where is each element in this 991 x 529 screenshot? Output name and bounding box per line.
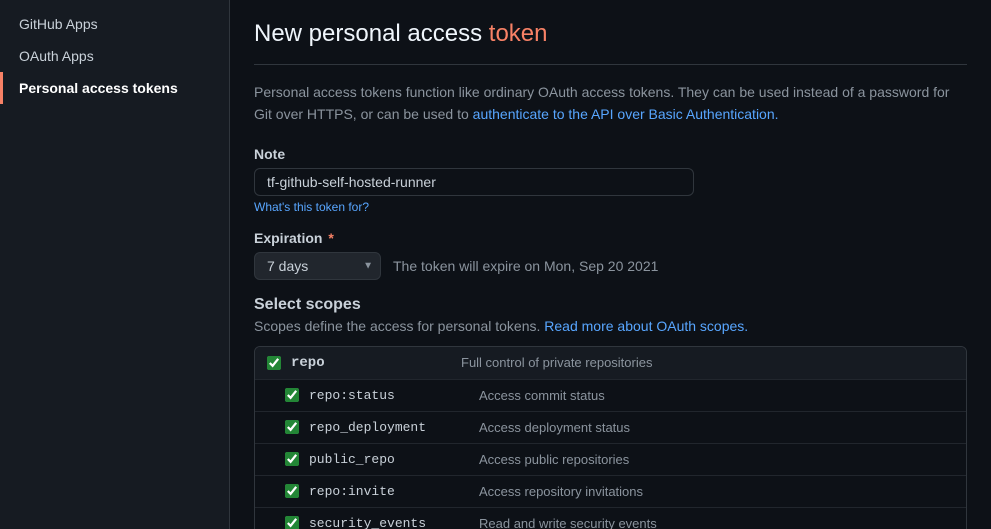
scope-desc-repo-status: Access commit status (479, 388, 605, 403)
scope-desc-public-repo: Access public repositories (479, 452, 629, 467)
scope-checkbox-repo[interactable] (267, 356, 281, 370)
expiration-select[interactable]: 7 days 30 days 60 days 90 days Custom No… (254, 252, 381, 280)
sidebar: GitHub Apps OAuth Apps Personal access t… (0, 0, 230, 529)
scope-checkbox-security-events[interactable] (285, 516, 299, 529)
scope-checkbox-repo-deployment[interactable] (285, 420, 299, 434)
scope-row-public-repo: public_repo Access public repositories (255, 444, 966, 476)
note-input[interactable] (254, 168, 694, 196)
expiration-label: Expiration * (254, 230, 967, 246)
sidebar-item-label: OAuth Apps (19, 48, 94, 64)
page-title: New personal access token (254, 20, 967, 65)
scope-desc-security-events: Read and write security events (479, 516, 657, 529)
main-content: New personal access token Personal acces… (230, 0, 991, 529)
scope-desc-repo-invite: Access repository invitations (479, 484, 643, 499)
scopes-link[interactable]: Read more about OAuth scopes. (544, 318, 748, 334)
sidebar-item-github-apps[interactable]: GitHub Apps (0, 8, 229, 40)
scope-name-repo-status: repo:status (309, 388, 469, 403)
scope-name-public-repo: public_repo (309, 452, 469, 467)
scope-row-repo-invite: repo:invite Access repository invitation… (255, 476, 966, 508)
scope-name-security-events: security_events (309, 516, 469, 529)
scope-checkbox-repo-invite[interactable] (285, 484, 299, 498)
required-indicator: * (328, 230, 333, 246)
scope-name-repo-deployment: repo_deployment (309, 420, 469, 435)
scope-checkbox-public-repo[interactable] (285, 452, 299, 466)
scope-desc-repo-deployment: Access deployment status (479, 420, 630, 435)
scope-name-repo-invite: repo:invite (309, 484, 469, 499)
note-label: Note (254, 146, 967, 162)
sidebar-item-label: GitHub Apps (19, 16, 98, 32)
sidebar-item-personal-access-tokens[interactable]: Personal access tokens (0, 72, 229, 104)
scope-desc-repo: Full control of private repositories (461, 355, 652, 370)
scope-checkbox-repo-status[interactable] (285, 388, 299, 402)
scope-row-repo-status: repo:status Access commit status (255, 380, 966, 412)
note-group: Note What's this token for? (254, 146, 967, 214)
sidebar-item-oauth-apps[interactable]: OAuth Apps (0, 40, 229, 72)
sidebar-item-label: Personal access tokens (19, 80, 178, 96)
note-hint: What's this token for? (254, 200, 967, 214)
description-link[interactable]: authenticate to the API over Basic Authe… (473, 106, 779, 122)
scope-name-repo: repo (291, 355, 451, 371)
scope-row-repo-deployment: repo_deployment Access deployment status (255, 412, 966, 444)
page-title-highlight: token (489, 20, 548, 47)
scope-row-repo: repo Full control of private repositorie… (255, 347, 966, 380)
scopes-box: repo Full control of private repositorie… (254, 346, 967, 529)
description: Personal access tokens function like ord… (254, 81, 967, 126)
scopes-group: Select scopes Scopes define the access f… (254, 296, 967, 529)
scopes-title: Select scopes (254, 296, 967, 314)
scope-row-security-events: security_events Read and write security … (255, 508, 966, 529)
expiration-select-wrapper: 7 days 30 days 60 days 90 days Custom No… (254, 252, 381, 280)
expiration-group: Expiration * 7 days 30 days 60 days 90 d… (254, 230, 967, 280)
expiration-note: The token will expire on Mon, Sep 20 202… (393, 258, 658, 274)
expiration-row: 7 days 30 days 60 days 90 days Custom No… (254, 252, 967, 280)
scopes-desc: Scopes define the access for personal to… (254, 318, 967, 334)
